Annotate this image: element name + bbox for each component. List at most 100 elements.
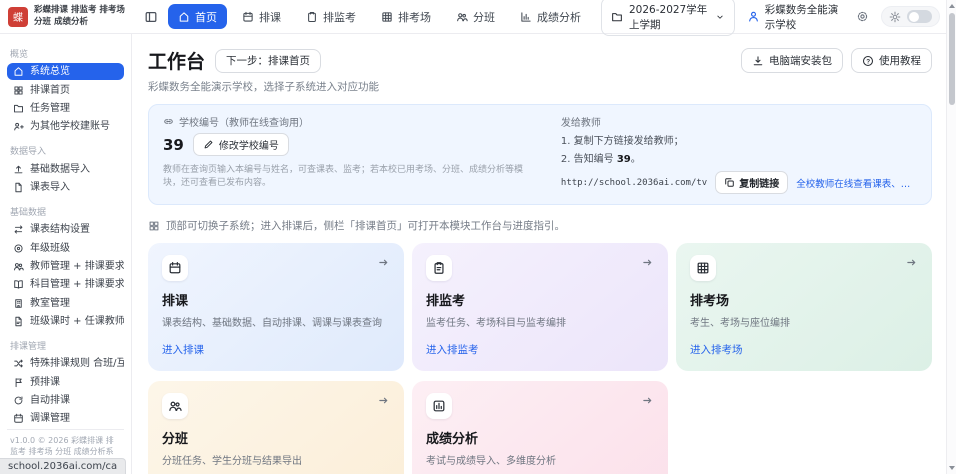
tab-invigilation[interactable]: 排监考 <box>296 4 366 29</box>
tab-score-analysis[interactable]: 成绩分析 <box>510 4 591 29</box>
button-label: 使用教程 <box>879 55 921 67</box>
calendar-icon <box>243 11 253 22</box>
card-icon-box <box>426 255 452 281</box>
sidebar-item-label: 任务管理 <box>30 102 70 114</box>
bar-chart-icon <box>433 400 445 412</box>
tab-label: 排课 <box>259 10 281 24</box>
tab-class-placement[interactable]: 分班 <box>446 4 505 29</box>
send-step-1: 1. 复制下方链接发给教师； <box>560 136 684 147</box>
button-label: 电脑端安装包 <box>769 55 832 67</box>
page-header: 工作台 下一步：排课首页 电脑端安装包 ? 使用教程 <box>148 47 932 74</box>
link-preview-statusbar: school.2036ai.com/ca <box>0 458 127 474</box>
tutorial-button[interactable]: ? 使用教程 <box>851 48 932 73</box>
body-layout: 概览 系统总览 排课首页 任务管理 为其他学校建账号 数据导入 基础数据导入 课… <box>0 34 956 474</box>
card-score-analysis[interactable]: 成绩分析 考试与成绩导入、多维度分析 进入成绩分析 <box>412 381 668 474</box>
sidebar-item-timetable-structure[interactable]: 课表结构设置 <box>7 221 124 238</box>
step2-prefix: 2. 告知编号 <box>560 154 617 165</box>
sidebar-item-special-rules[interactable]: 特殊排课规则 合班/互斥.. <box>7 355 124 372</box>
tab-home[interactable]: 首页 <box>168 4 227 29</box>
enter-exam-rooms-link[interactable]: 进入排考场 <box>690 342 743 357</box>
sidebar-item-system-overview[interactable]: 系统总览 <box>7 63 124 81</box>
module-cards: 排课 课表结构、基础数据、自动排课、调课与课表查询 进入排课 排监考 监考任务、… <box>148 243 932 474</box>
sidebar-collapse-button[interactable] <box>144 10 158 24</box>
sidebar-item-label: 班级课时 + 任课教师 <box>30 315 124 327</box>
send-title: 发给教师 <box>560 118 601 129</box>
theme-switch-knob[interactable] <box>907 10 932 23</box>
user-plus-icon <box>14 123 24 131</box>
sidebar-item-grades-classes[interactable]: 年级班级 <box>7 239 124 256</box>
folder-icon <box>14 104 23 113</box>
sidebar-item-label: 排课首页 <box>30 84 70 96</box>
pencil-icon <box>204 140 213 149</box>
scroll-down-arrow-icon[interactable] <box>948 466 955 470</box>
top-nav: 首页 排课 排监考 排考场 分班 成绩分析 <box>168 4 591 29</box>
school-code-value: 39 <box>163 135 184 154</box>
home-icon <box>14 67 23 76</box>
sidebar-item-pre-scheduling[interactable]: 预排课 <box>7 373 124 390</box>
card-title: 排考场 <box>690 294 730 309</box>
sidebar-item-subject-management[interactable]: 科目管理 + 排课要求 <box>7 276 124 293</box>
theme-toggle[interactable] <box>881 6 940 27</box>
sidebar-item-teacher-management[interactable]: 教师管理 + 排课要求 <box>7 258 124 275</box>
sidebar-item-course-adjustment[interactable]: 调课管理 <box>7 410 124 427</box>
sun-icon <box>889 11 901 22</box>
flag-icon <box>15 377 22 387</box>
card-invigilation[interactable]: 排监考 监考任务、考场科目与监考编排 进入排监考 <box>412 243 668 371</box>
card-title: 分班 <box>162 432 189 447</box>
send-step-2: 2. 告知编号 39。 <box>561 150 917 165</box>
sidebar-section-data-import: 数据导入 <box>10 147 47 158</box>
grid-icon <box>14 85 23 95</box>
installer-download-button[interactable]: 电脑端安装包 <box>741 48 843 73</box>
card-class-placement[interactable]: 分班 分班任务、学生分班与结果导出 进入分班 <box>148 381 404 474</box>
sidebar-item-label: 调课管理 <box>30 413 70 425</box>
sidebar-item-timetable-import[interactable]: 课表导入 <box>7 179 124 196</box>
share-url: http://school.2036ai.com/tv <box>560 177 708 188</box>
sidebar-item-create-school-account[interactable]: 为其他学校建账号 <box>7 118 124 135</box>
enter-scheduling-link[interactable]: 进入排课 <box>162 342 204 357</box>
card-icon-box <box>690 255 716 281</box>
table-icon <box>382 11 392 22</box>
file-icon <box>15 182 22 193</box>
clipboard-icon <box>434 262 444 274</box>
tab-exam-rooms[interactable]: 排考场 <box>371 4 441 29</box>
calendar-icon <box>14 414 23 424</box>
sidebar-item-auto-scheduling[interactable]: 自动排课 <box>7 392 124 409</box>
panel-icon <box>145 11 157 22</box>
tab-scheduling[interactable]: 排课 <box>232 4 291 29</box>
building-icon <box>15 298 22 308</box>
arrow-right-icon <box>907 259 916 266</box>
header-actions: 电脑端安装包 ? 使用教程 <box>741 48 932 73</box>
logo-seal-icon: 蝶 <box>8 6 28 27</box>
sidebar-item-task-management[interactable]: 任务管理 <box>7 100 124 117</box>
account-name: 彩蝶数务全能演示学校 <box>764 3 839 31</box>
sidebar-item-base-data-import[interactable]: 基础数据导入 <box>7 160 124 177</box>
card-scheduling[interactable]: 排课 课表结构、基础数据、自动排课、调课与课表查询 进入排课 <box>148 243 404 371</box>
scrollbar-thumb[interactable] <box>948 13 955 105</box>
step2-suffix: 。 <box>630 154 641 165</box>
scrollbar[interactable] <box>946 0 956 474</box>
teacher-view-link[interactable]: 全校教师在线查看课表、监考表、考场、分班、成绩分析 → <box>796 176 917 190</box>
next-step-button[interactable]: 下一步：排课首页 <box>215 48 322 73</box>
app-logo: 蝶 彩蝶排课 排监考 排考场 分班 成绩分析 <box>8 5 130 27</box>
top-bar: 蝶 彩蝶排课 排监考 排考场 分班 成绩分析 首页 排课 排监考 排考场 分班 … <box>0 0 956 36</box>
card-desc: 分班任务、学生分班与结果导出 <box>162 456 302 467</box>
scroll-up-arrow-icon[interactable] <box>948 4 955 8</box>
sidebar-item-label: 基础数据导入 <box>30 163 90 175</box>
settings-button[interactable] <box>856 10 869 23</box>
sidebar-item-scheduling-home[interactable]: 排课首页 <box>7 81 124 98</box>
enter-invigilation-link[interactable]: 进入排监考 <box>426 342 479 357</box>
account-menu[interactable]: 彩蝶数务全能演示学校 <box>747 2 844 32</box>
sidebar-item-class-hours-teachers[interactable]: 班级课时 + 任课教师 <box>7 313 124 330</box>
sidebar-section-scheduling-mgmt: 排课管理 <box>10 342 47 353</box>
card-icon-box <box>426 393 452 419</box>
semester-select[interactable]: 2026-2027学年上学期 <box>601 0 735 36</box>
sidebar-item-classroom-management[interactable]: 教室管理 <box>7 294 124 311</box>
copy-link-button[interactable]: 复制链接 <box>715 171 789 194</box>
card-exam-rooms[interactable]: 排考场 考生、考场与座位编排 进入排考场 <box>676 243 932 371</box>
edit-school-code-button[interactable]: 修改学校编号 <box>192 133 289 156</box>
card-title: 成绩分析 <box>426 432 479 447</box>
school-code-row: 39 修改学校编号 <box>163 133 537 156</box>
arrow-right-icon <box>643 259 652 266</box>
gear-icon <box>857 11 868 22</box>
download-icon <box>753 55 763 65</box>
